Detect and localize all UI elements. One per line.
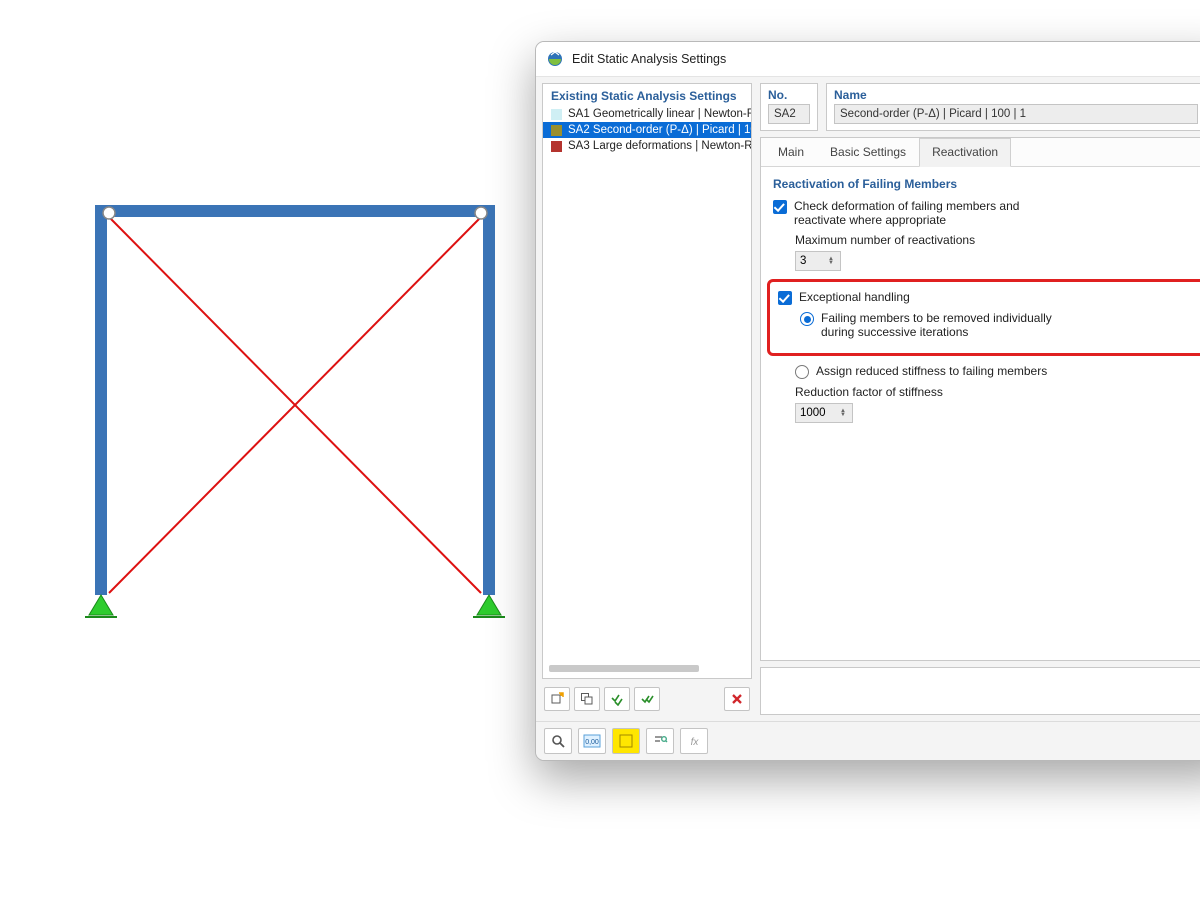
- exceptional-handling-checkbox[interactable]: [778, 291, 792, 305]
- search-button[interactable]: [544, 728, 572, 754]
- spinner-buttons[interactable]: ▲▼: [840, 409, 848, 417]
- no-label: No.: [768, 88, 810, 102]
- horizontal-scrollbar[interactable]: [549, 665, 699, 672]
- list-item-label: SA1 Geometrically linear | Newton-Rap: [568, 108, 751, 120]
- list-header: Existing Static Analysis Settings: [543, 84, 751, 106]
- list-item[interactable]: SA2 Second-order (P-Δ) | Picard | 100 |: [543, 122, 751, 138]
- check-deformation-checkbox[interactable]: [773, 200, 787, 214]
- svg-text:0,00: 0,00: [585, 739, 599, 746]
- list-item-label: SA3 Large deformations | Newton-Rap: [568, 140, 751, 152]
- member-filter-button[interactable]: [646, 728, 674, 754]
- reduction-factor-input[interactable]: 1000 ▲▼: [795, 403, 853, 423]
- name-input[interactable]: [834, 104, 1198, 124]
- color-swatch: [551, 109, 562, 120]
- name-field-group: Name: [826, 83, 1200, 131]
- max-reactivations-label: Maximum number of reactivations: [795, 233, 1200, 247]
- color-button[interactable]: [612, 728, 640, 754]
- no-input[interactable]: [768, 104, 810, 124]
- list-toolbar: [542, 683, 752, 715]
- list-item-label: SA2 Second-order (P-Δ) | Picard | 100 |: [568, 124, 751, 136]
- radio-remove-individually[interactable]: [800, 312, 814, 326]
- color-swatch: [551, 125, 562, 136]
- app-icon: [546, 50, 564, 68]
- tab-basic-settings[interactable]: Basic Settings: [817, 138, 919, 166]
- exceptional-handling-label: Exceptional handling: [799, 290, 910, 304]
- list-item[interactable]: SA3 Large deformations | Newton-Rap: [543, 138, 751, 154]
- function-button[interactable]: fx: [680, 728, 708, 754]
- tab-reactivation-content: Reactivation of Failing Members Check de…: [761, 167, 1200, 660]
- tabs-strip: MainBasic SettingsReactivation: [761, 138, 1200, 167]
- exceptional-handling-highlight: Exceptional handling Failing members to …: [767, 279, 1200, 356]
- settings-list-panel: Existing Static Analysis Settings SA1 Ge…: [542, 83, 752, 715]
- spinner-buttons[interactable]: ▲▼: [828, 257, 836, 265]
- section-title: Reactivation of Failing Members: [773, 177, 1200, 191]
- delete-item-button[interactable]: [724, 687, 750, 711]
- reduction-factor-label: Reduction factor of stiffness: [795, 385, 1200, 399]
- dialog-footer: 0,00 fx: [536, 721, 1200, 760]
- structure-diagram: [95, 205, 495, 625]
- color-swatch: [551, 141, 562, 152]
- comments-area[interactable]: [760, 667, 1200, 715]
- tab-main[interactable]: Main: [765, 138, 817, 166]
- edit-static-analysis-dialog: Edit Static Analysis Settings Existing S…: [535, 41, 1200, 761]
- dialog-title: Edit Static Analysis Settings: [572, 52, 726, 66]
- check-deformation-label: Check deformation of failing members and…: [794, 199, 1074, 227]
- svg-text:fx: fx: [690, 737, 699, 748]
- radio-remove-label: Failing members to be removed individual…: [821, 311, 1061, 339]
- max-reactivations-value: 3: [800, 255, 806, 267]
- radio-reduced-label: Assign reduced stiffness to failing memb…: [816, 364, 1047, 378]
- copy-item-button[interactable]: [574, 687, 600, 711]
- new-item-button[interactable]: [544, 687, 570, 711]
- units-button[interactable]: 0,00: [578, 728, 606, 754]
- radio-reduced-stiffness[interactable]: [795, 365, 809, 379]
- dialog-titlebar: Edit Static Analysis Settings: [536, 42, 1200, 77]
- reduction-factor-value: 1000: [800, 407, 826, 419]
- list-item[interactable]: SA1 Geometrically linear | Newton-Rap: [543, 106, 751, 122]
- check-all-button[interactable]: [604, 687, 630, 711]
- check-pair-button[interactable]: [634, 687, 660, 711]
- max-reactivations-input[interactable]: 3 ▲▼: [795, 251, 841, 271]
- tab-reactivation[interactable]: Reactivation: [919, 138, 1011, 167]
- settings-list[interactable]: SA1 Geometrically linear | Newton-Rap SA2…: [543, 106, 751, 661]
- no-field-group: No.: [760, 83, 818, 131]
- name-label: Name: [834, 88, 1200, 102]
